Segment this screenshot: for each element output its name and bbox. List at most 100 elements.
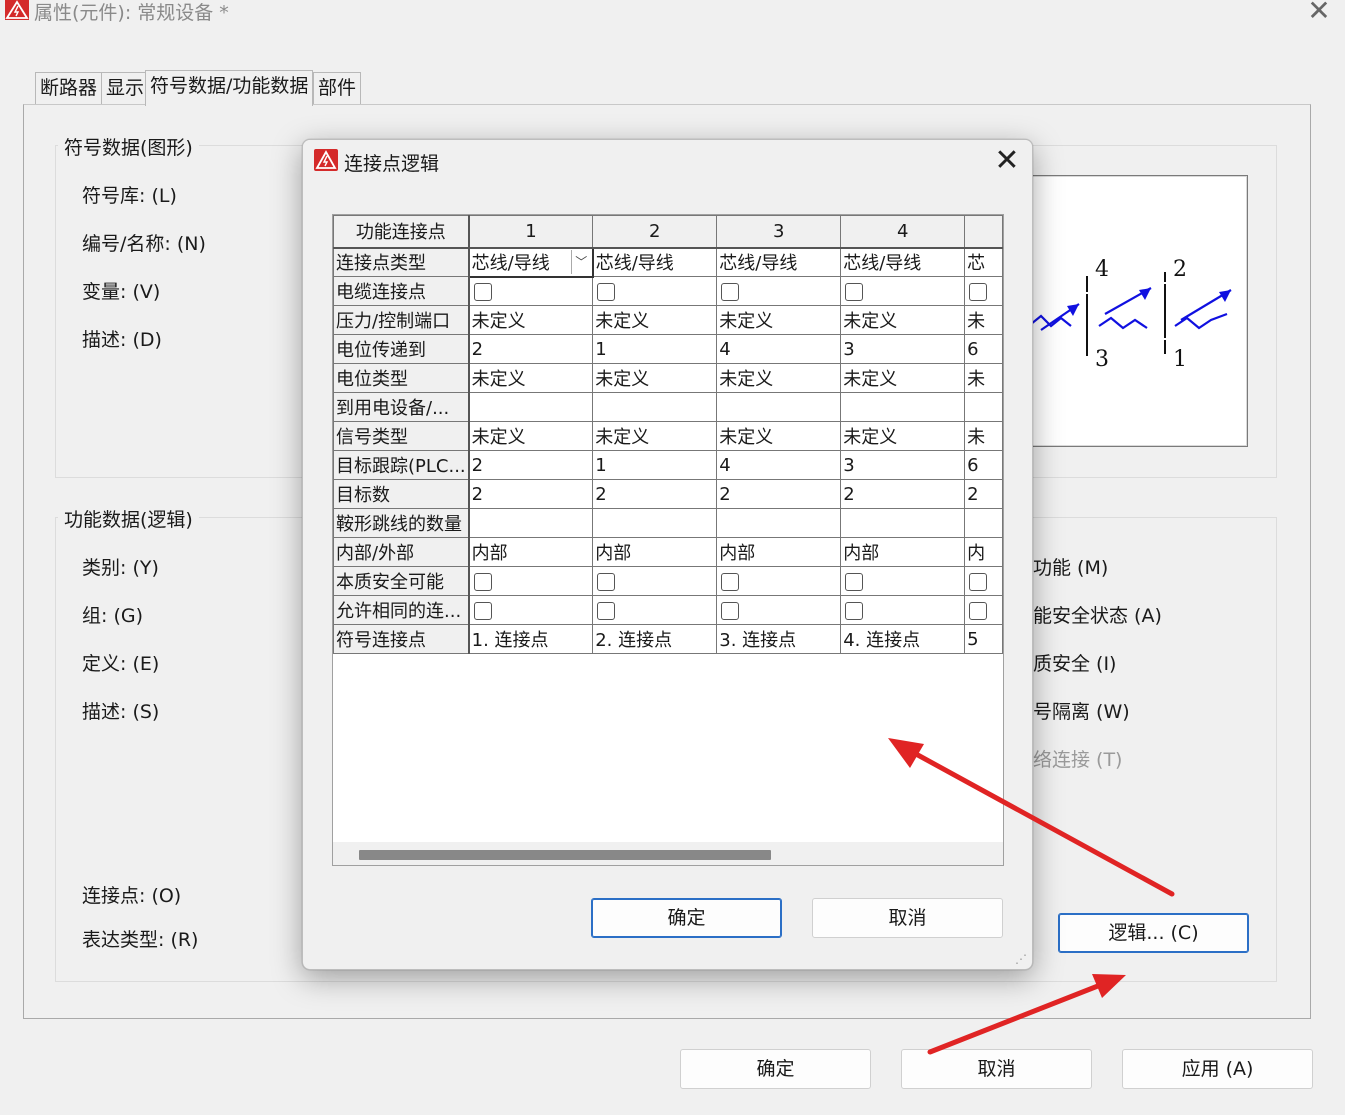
grid-cell[interactable]: 未定义 — [592, 421, 718, 451]
checkbox[interactable] — [845, 572, 864, 591]
grid-cell[interactable]: 2 — [592, 479, 718, 509]
grid-checkbox-cell[interactable] — [468, 595, 594, 625]
grid-checkbox-cell[interactable] — [468, 566, 594, 596]
tab-symbol-function-data[interactable]: 符号数据/功能数据 — [145, 70, 314, 106]
grid-checkbox-cell[interactable] — [964, 276, 1003, 306]
grid-checkbox-cell[interactable] — [592, 566, 718, 596]
grid-cell[interactable]: 未 — [964, 421, 1003, 451]
grid-cell[interactable]: 未定义 — [592, 363, 718, 393]
grid-cell[interactable]: 未定义 — [716, 421, 842, 451]
grid-checkbox-cell[interactable] — [716, 276, 842, 306]
checkbox[interactable] — [721, 572, 740, 591]
checkbox[interactable] — [597, 572, 616, 591]
grid-checkbox-cell[interactable] — [468, 276, 594, 306]
checkbox[interactable] — [597, 601, 616, 620]
column-header[interactable]: 4 — [840, 215, 966, 249]
checkbox[interactable] — [845, 282, 864, 301]
grid-cell[interactable] — [716, 508, 842, 538]
checkbox[interactable] — [969, 601, 988, 620]
window-close-button[interactable]: ✕ — [1302, 0, 1336, 26]
grid-cell[interactable]: 4 — [716, 450, 842, 480]
grid-cell[interactable]: 未定义 — [716, 363, 842, 393]
grid-cell[interactable]: 未定义 — [468, 363, 594, 393]
dialog-cancel-button[interactable]: 取消 — [812, 898, 1003, 938]
grid-cell[interactable]: 2 — [964, 479, 1003, 509]
column-header[interactable]: 1 — [468, 215, 594, 249]
grid-cell[interactable]: 3 — [840, 334, 966, 364]
grid-cell[interactable]: 未 — [964, 363, 1003, 393]
grid-cell[interactable]: 4 — [716, 334, 842, 364]
grid-cell[interactable]: 2 — [468, 450, 594, 480]
grid-cell[interactable]: 芯线/导线 — [840, 247, 966, 277]
grid-cell[interactable] — [592, 392, 718, 422]
checkbox[interactable] — [597, 282, 616, 301]
checkbox[interactable] — [721, 601, 740, 620]
checkbox[interactable] — [473, 572, 492, 591]
grid-cell[interactable] — [468, 392, 594, 422]
grid-cell[interactable]: 内 — [964, 537, 1003, 567]
checkbox[interactable] — [721, 282, 740, 301]
grid-cell[interactable]: 未定义 — [468, 305, 594, 335]
grid-cell[interactable]: 1. 连接点 — [468, 624, 594, 654]
column-header[interactable]: 3 — [716, 215, 842, 249]
grid-cell[interactable] — [468, 508, 594, 538]
grid-cell[interactable]: 芯线/导线 — [716, 247, 842, 277]
checkbox[interactable] — [969, 572, 988, 591]
grid-checkbox-cell[interactable] — [592, 595, 718, 625]
column-header[interactable]: 2 — [592, 215, 718, 249]
grid-cell[interactable] — [840, 508, 966, 538]
grid-checkbox-cell[interactable] — [840, 566, 966, 596]
grid-cell[interactable]: 3 — [840, 450, 966, 480]
grid-checkbox-cell[interactable] — [840, 276, 966, 306]
grid-cell[interactable]: 未定义 — [716, 305, 842, 335]
grid-cell[interactable] — [964, 392, 1003, 422]
grid-cell[interactable] — [592, 508, 718, 538]
resize-grip-icon[interactable]: ⋰ — [1015, 952, 1029, 966]
tab-parts[interactable]: 部件 — [313, 72, 362, 104]
tab-display[interactable]: 显示 — [101, 72, 150, 104]
grid-cell[interactable]: 未定义 — [840, 305, 966, 335]
horizontal-scrollbar[interactable] — [333, 842, 1003, 865]
grid-cell[interactable]: 6 — [964, 450, 1003, 480]
grid-cell[interactable]: 2 — [468, 479, 594, 509]
grid-cell[interactable] — [964, 508, 1003, 538]
grid-cell[interactable]: 6 — [964, 334, 1003, 364]
grid-cell[interactable]: 5 — [964, 624, 1003, 654]
cancel-button[interactable]: 取消 — [901, 1049, 1092, 1089]
grid-cell[interactable]: 未定义 — [592, 305, 718, 335]
grid-cell[interactable]: 2 — [716, 479, 842, 509]
grid-cell[interactable]: 1 — [592, 450, 718, 480]
scrollbar-thumb[interactable] — [359, 850, 771, 860]
column-header[interactable] — [964, 215, 1003, 249]
checkbox[interactable] — [969, 282, 988, 301]
functional-safety-state-label[interactable]: 功能安全状态 (A) — [1014, 601, 1162, 628]
connection-logic-grid[interactable]: 功能连接点 1 2 3 4 连接点类型 芯线/导线 ﹀ 芯线/导线 芯线/导线 芯线/导线… — [332, 214, 1004, 866]
grid-cell[interactable]: 芯 — [964, 247, 1003, 277]
chevron-down-icon[interactable]: ﹀ — [570, 249, 591, 274]
grid-cell[interactable]: 内部 — [840, 537, 966, 567]
grid-cell[interactable]: 内部 — [468, 537, 594, 567]
grid-cell[interactable]: 内部 — [592, 537, 718, 567]
grid-cell[interactable]: 内部 — [716, 537, 842, 567]
grid-cell[interactable]: 未定义 — [468, 421, 594, 451]
grid-cell[interactable]: 2 — [468, 334, 594, 364]
checkbox[interactable] — [473, 282, 492, 301]
grid-checkbox-cell[interactable] — [592, 276, 718, 306]
grid-cell[interactable]: 3. 连接点 — [716, 624, 842, 654]
checkbox[interactable] — [845, 601, 864, 620]
tab-breaker[interactable]: 断路器 — [35, 72, 103, 104]
grid-cell[interactable]: 2. 连接点 — [592, 624, 718, 654]
grid-checkbox-cell[interactable] — [716, 595, 842, 625]
grid-checkbox-cell[interactable] — [964, 566, 1003, 596]
grid-checkbox-cell[interactable] — [964, 595, 1003, 625]
logic-button[interactable]: 逻辑... (C) — [1058, 913, 1249, 953]
grid-checkbox-cell[interactable] — [716, 566, 842, 596]
grid-cell[interactable]: 未定义 — [840, 363, 966, 393]
grid-cell[interactable] — [840, 392, 966, 422]
connection-type-dropdown[interactable]: 芯线/导线 ﹀ — [467, 246, 594, 278]
dialog-ok-button[interactable]: 确定 — [591, 898, 782, 938]
grid-cell[interactable] — [716, 392, 842, 422]
grid-cell[interactable]: 芯线/导线 — [592, 247, 718, 277]
checkbox[interactable] — [473, 601, 492, 620]
grid-cell[interactable]: 4. 连接点 — [840, 624, 966, 654]
